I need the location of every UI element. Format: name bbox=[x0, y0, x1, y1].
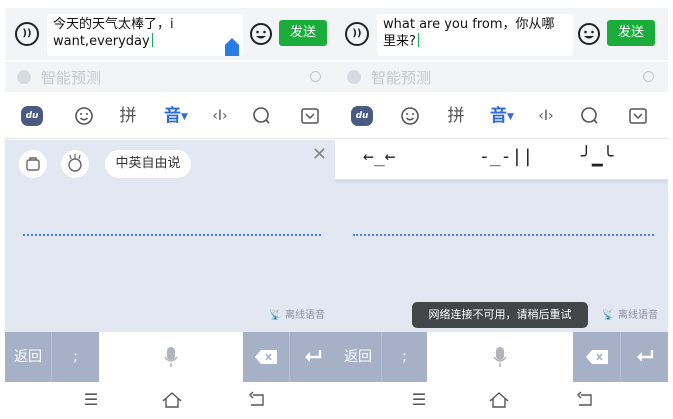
caret-down-icon: ▼ bbox=[507, 112, 514, 122]
menu-icon[interactable]: ☰ bbox=[407, 388, 431, 412]
mic-icon bbox=[493, 347, 507, 367]
mic-key[interactable] bbox=[427, 332, 573, 382]
message-text: what are you from，你从哪里来? bbox=[383, 17, 555, 49]
voice-tab-label: 音 bbox=[490, 106, 508, 126]
keyboard-bottom-row: 返回 ; bbox=[335, 332, 668, 382]
du-logo-icon[interactable]: du bbox=[21, 106, 43, 126]
emoticon-item[interactable]: ╯▁╰ bbox=[581, 146, 614, 167]
smiley-icon[interactable] bbox=[71, 103, 97, 129]
briefcase-icon[interactable] bbox=[19, 150, 47, 178]
offline-voice-text: 离线语音 bbox=[618, 310, 658, 321]
send-button[interactable]: 发送 bbox=[607, 20, 655, 46]
settings-icon[interactable] bbox=[310, 71, 321, 82]
voice-tab[interactable]: 音▼ bbox=[159, 103, 193, 129]
offline-voice-label[interactable]: 📡 离线语音 bbox=[269, 306, 325, 321]
text-cursor bbox=[151, 33, 153, 47]
smart-predict-bar[interactable]: 智能预测 bbox=[335, 62, 668, 92]
delete-key[interactable] bbox=[243, 332, 289, 382]
voice-input-icon[interactable]: )) bbox=[15, 22, 39, 46]
voice-waveform bbox=[23, 234, 321, 236]
emoticon-item[interactable]: ←_← bbox=[363, 146, 396, 167]
system-nav-bar: ☰ bbox=[335, 382, 668, 419]
delete-icon bbox=[255, 350, 277, 364]
keyboard-hide-icon[interactable] bbox=[625, 103, 651, 129]
back-key[interactable]: 返回 bbox=[335, 332, 381, 382]
mic-key[interactable] bbox=[99, 332, 243, 382]
message-input[interactable]: what are you from，你从哪里来? bbox=[377, 14, 573, 56]
pinyin-tab[interactable]: 拼 bbox=[113, 103, 143, 129]
gesture-icon[interactable] bbox=[61, 150, 89, 178]
keyboard-bottom-row: 返回 ; bbox=[5, 332, 335, 382]
home-icon[interactable] bbox=[160, 388, 184, 412]
back-icon[interactable] bbox=[573, 388, 597, 412]
voice-waveform bbox=[353, 234, 654, 236]
predict-label: 智能预测 bbox=[41, 69, 102, 87]
mixed-language-chip[interactable]: 中英自由说 bbox=[105, 150, 191, 178]
enter-key[interactable] bbox=[289, 332, 335, 382]
screen-right: )) what are you from，你从哪里来? 发送 智能预测 du 拼… bbox=[335, 0, 668, 419]
text-cursor bbox=[417, 33, 419, 47]
voice-input-icon[interactable]: )) bbox=[345, 22, 369, 46]
cursor-move-icon[interactable]: ‹I› bbox=[205, 103, 235, 129]
message-text: 今天的天气太棒了，i want,everyday bbox=[53, 17, 174, 49]
enter-icon bbox=[636, 350, 653, 362]
keyboard-toolbar: du 拼 音▼ ‹I› bbox=[335, 93, 668, 139]
system-nav-bar: ☰ bbox=[5, 382, 335, 419]
keyboard-hide-icon[interactable] bbox=[297, 103, 323, 129]
predict-icon bbox=[347, 70, 361, 84]
voice-tab[interactable]: 音▼ bbox=[485, 103, 519, 129]
search-icon[interactable] bbox=[249, 103, 275, 129]
delete-key[interactable] bbox=[573, 332, 620, 382]
message-input[interactable]: 今天的天气太棒了，i want,everyday bbox=[47, 14, 243, 56]
keyboard-toolbar: du 拼 音▼ ‹I› bbox=[5, 93, 335, 139]
network-error-toast: 网络连接不可用，请稍后重试 bbox=[412, 302, 588, 328]
enter-icon bbox=[304, 350, 321, 362]
menu-icon[interactable]: ☰ bbox=[79, 388, 103, 412]
chat-input-row: )) what are you from，你从哪里来? 发送 bbox=[335, 8, 668, 60]
home-icon[interactable] bbox=[487, 388, 511, 412]
chat-input-row: )) 今天的天气太棒了，i want,everyday 发送 bbox=[5, 8, 335, 60]
du-logo-icon[interactable]: du bbox=[351, 106, 373, 126]
emoji-icon[interactable] bbox=[249, 22, 273, 46]
smart-predict-bar[interactable]: 智能预测 bbox=[5, 62, 335, 92]
voice-tab-label: 音 bbox=[164, 106, 182, 126]
pinyin-tab[interactable]: 拼 bbox=[441, 103, 471, 129]
emoji-icon[interactable] bbox=[577, 22, 601, 46]
emoticon-suggestions: ←_← -_-|| ╯▁╰ bbox=[335, 140, 668, 180]
cursor-move-icon[interactable]: ‹I› bbox=[531, 103, 561, 129]
caret-down-icon: ▼ bbox=[181, 112, 188, 122]
screen-left: )) 今天的天气太棒了，i want,everyday 发送 智能预测 du 拼… bbox=[5, 0, 335, 419]
mic-icon bbox=[164, 347, 178, 367]
send-button[interactable]: 发送 bbox=[279, 20, 327, 46]
back-key[interactable]: 返回 bbox=[5, 332, 51, 382]
offline-voice-label[interactable]: 📡 离线语音 bbox=[602, 306, 658, 321]
predict-icon bbox=[17, 70, 31, 84]
smiley-icon[interactable] bbox=[397, 103, 423, 129]
predict-label: 智能预测 bbox=[371, 69, 432, 87]
back-icon[interactable] bbox=[245, 388, 269, 412]
semicolon-key[interactable]: ; bbox=[381, 332, 427, 382]
close-icon[interactable]: ✕ bbox=[312, 144, 327, 165]
enter-key[interactable] bbox=[620, 332, 668, 382]
selection-handle-icon[interactable] bbox=[225, 38, 239, 56]
voice-input-area: 中英自由说 ✕ 📡 离线语音 bbox=[5, 140, 335, 332]
search-icon[interactable] bbox=[577, 103, 603, 129]
settings-icon[interactable] bbox=[643, 71, 654, 82]
emoticon-item[interactable]: -_-|| bbox=[479, 146, 533, 167]
delete-icon bbox=[585, 350, 608, 364]
offline-voice-text: 离线语音 bbox=[285, 310, 325, 321]
semicolon-key[interactable]: ; bbox=[51, 332, 99, 382]
